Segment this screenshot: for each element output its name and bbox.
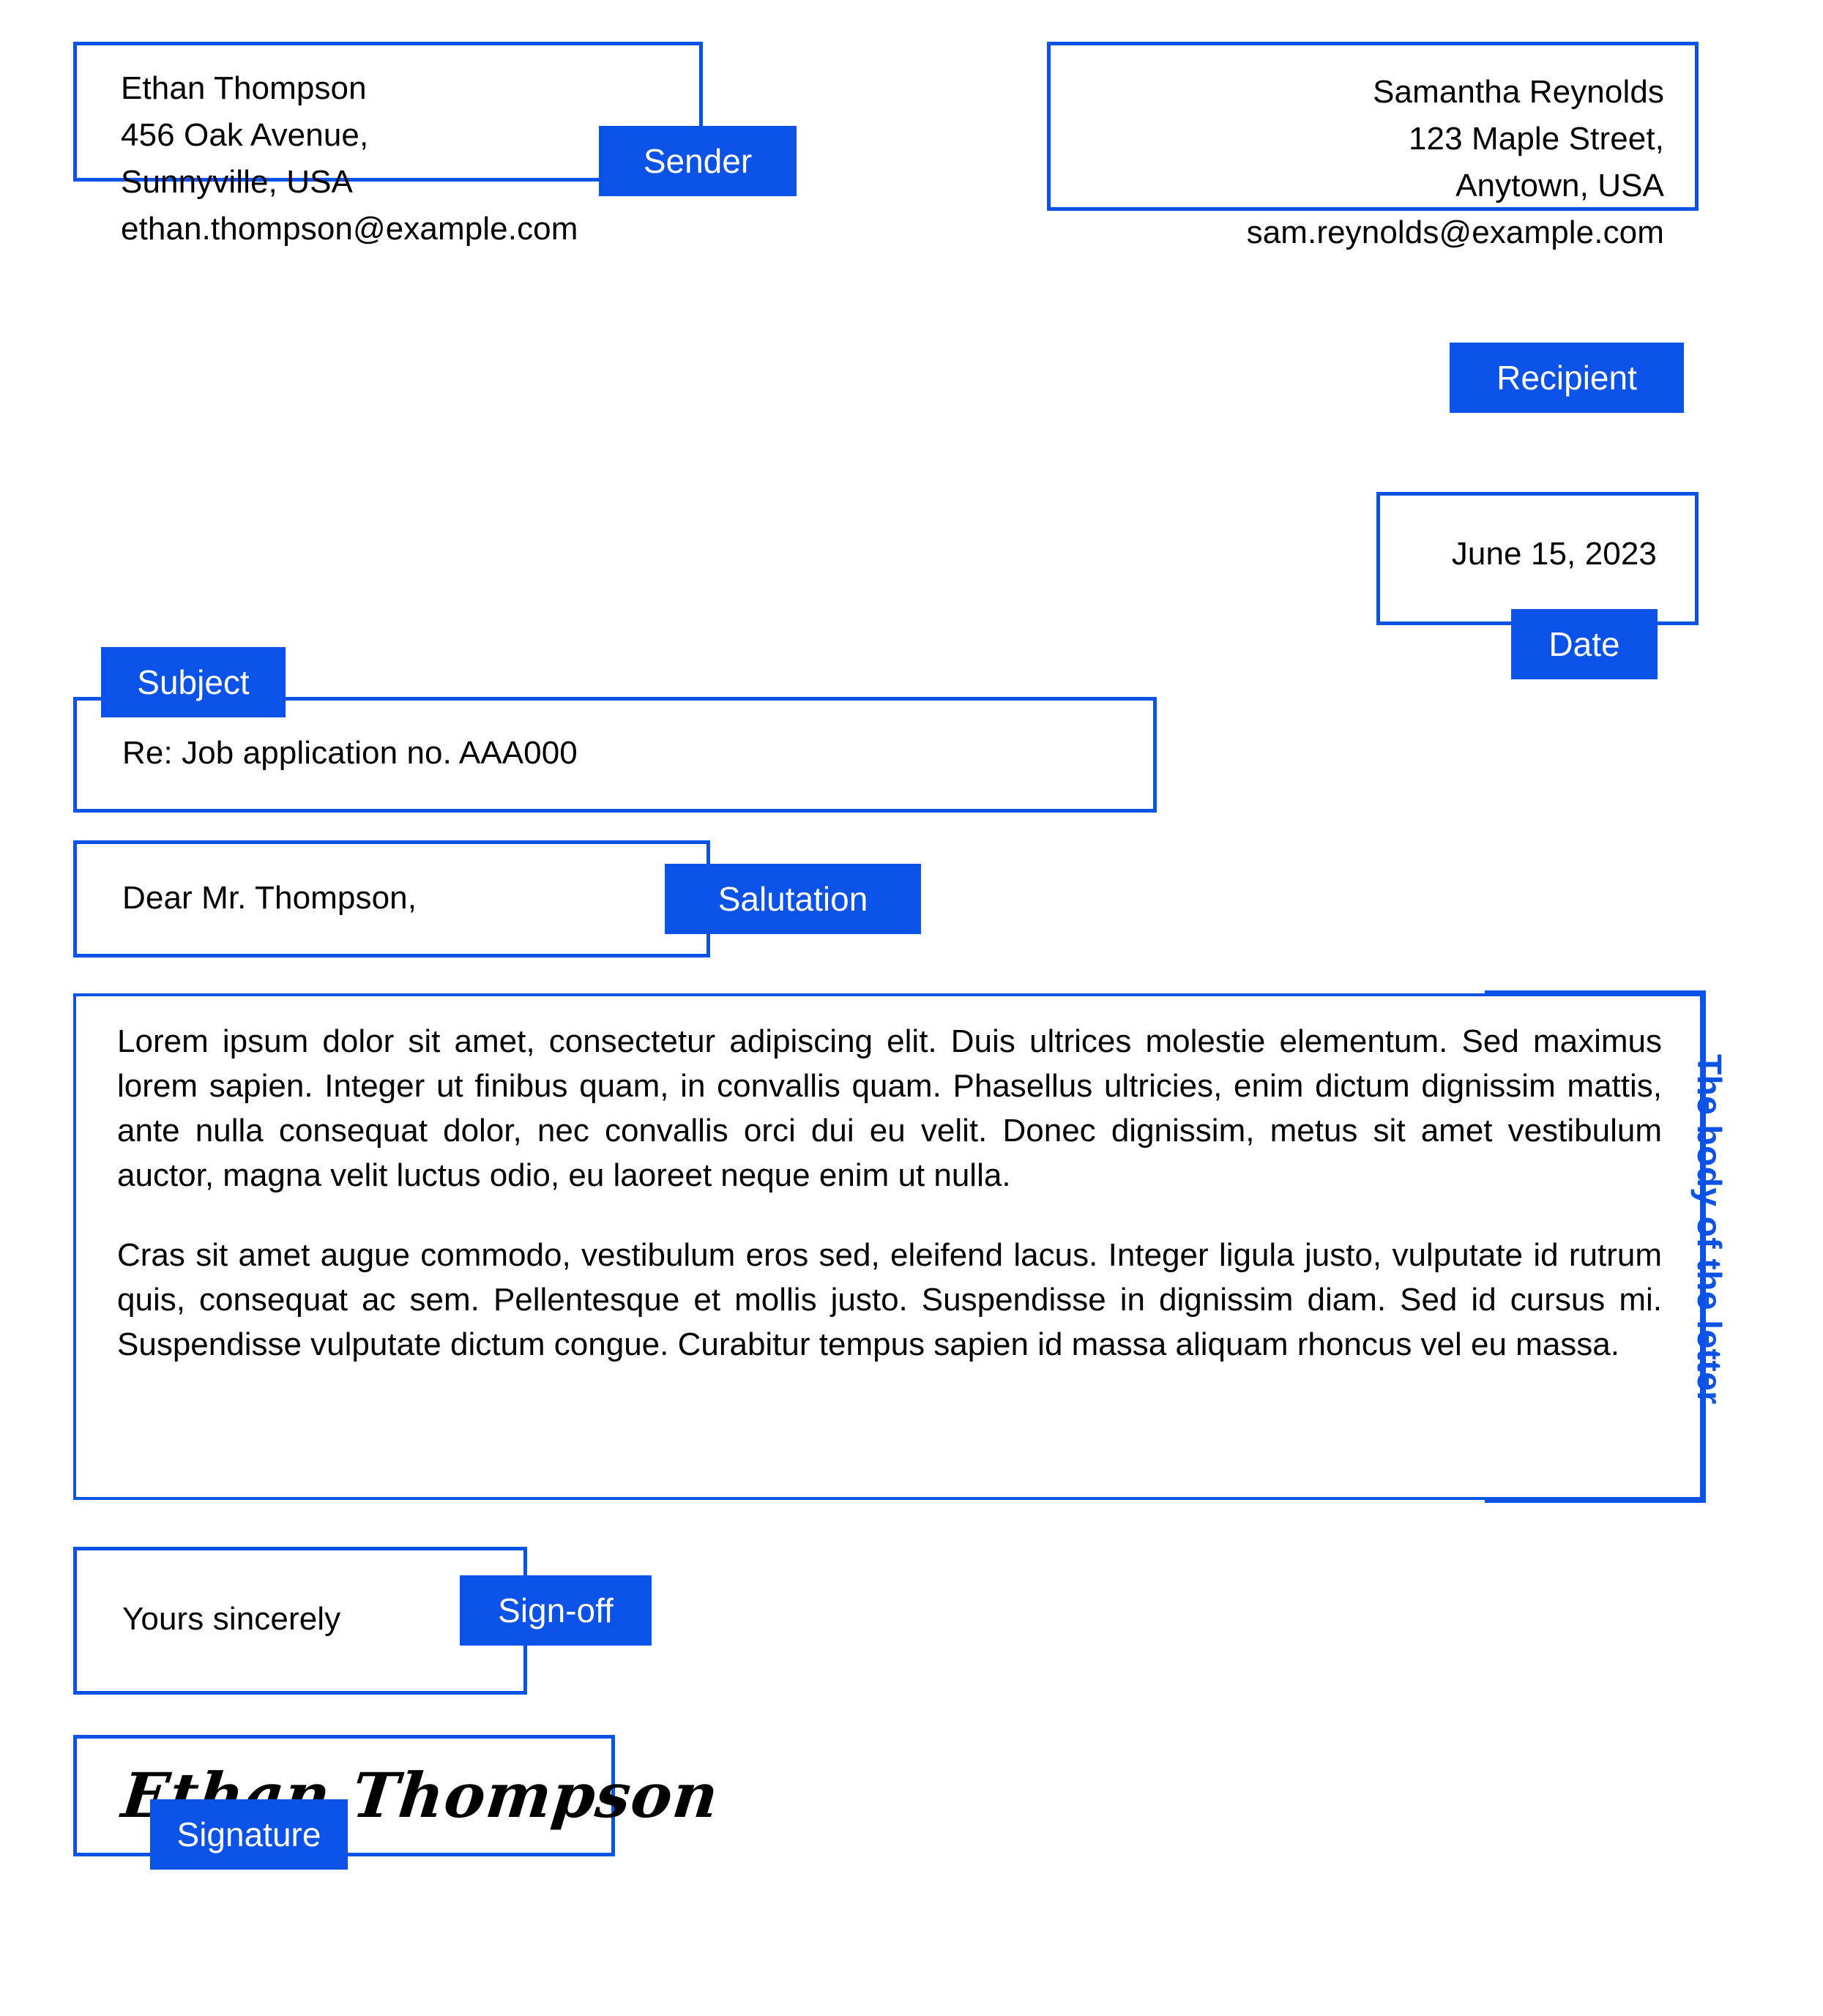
signoff-value-text: Yours sincerely <box>122 1601 341 1637</box>
subject-value-text: Re: Job application no. AAA000 <box>122 735 578 771</box>
recipient-tag-label: Recipient <box>1450 343 1684 413</box>
signature-tag-label: Signature <box>150 1799 348 1870</box>
body-block-outline-overlay <box>1485 990 1706 1503</box>
signoff-block: Yours sincerely <box>73 1547 527 1695</box>
recipient-address-text: Samantha Reynolds 123 Maple Street, Anyt… <box>1246 74 1664 250</box>
subject-tag-label: Subject <box>101 647 286 717</box>
recipient-block: Samantha Reynolds 123 Maple Street, Anyt… <box>1047 42 1699 250</box>
body-paragraphs: Lorem ipsum dolor sit amet, consectetur … <box>117 1019 1662 1367</box>
salutation-tag-label: Salutation <box>665 864 921 934</box>
salutation-value-text: Dear Mr. Thompson, <box>122 880 417 916</box>
salutation-block: Dear Mr. Thompson, <box>73 840 710 957</box>
date-block: June 15, 2023 <box>1376 492 1699 625</box>
letter-anatomy-diagram: Ethan Thompson 456 Oak Avenue, Sunnyvill… <box>0 0 1823 2016</box>
sender-tag-label: Sender <box>599 126 797 196</box>
sender-address-text: Ethan Thompson 456 Oak Avenue, Sunnyvill… <box>121 70 578 247</box>
date-value-text: June 15, 2023 <box>1451 536 1657 572</box>
signoff-tag-label: Sign-off <box>460 1575 652 1646</box>
body-paragraph-1: Lorem ipsum dolor sit amet, consectetur … <box>117 1023 1662 1193</box>
body-paragraph-2: Cras sit amet augue commodo, vestibulum … <box>117 1237 1662 1362</box>
date-tag-label: Date <box>1511 609 1658 679</box>
